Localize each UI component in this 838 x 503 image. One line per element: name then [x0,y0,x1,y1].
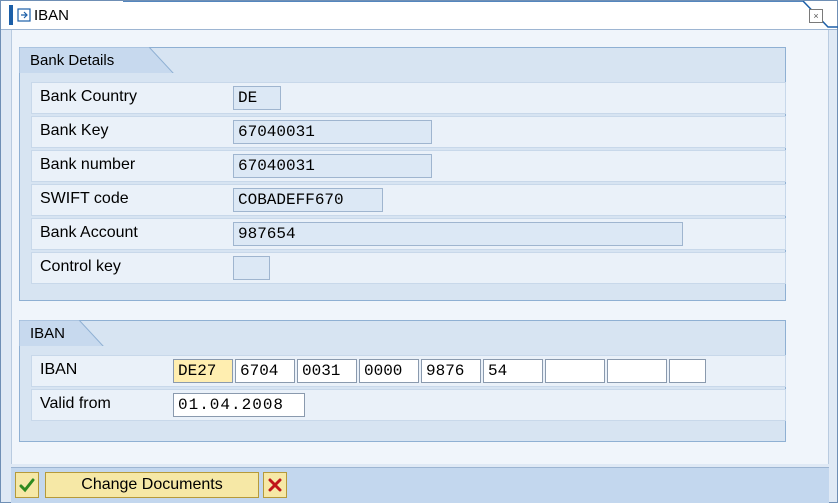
footer-toolbar: Change Documents [11,467,829,503]
swift-code-row: SWIFT code COBADEFF670 [31,184,786,216]
iban-part-8[interactable] [607,359,667,383]
iban-row: IBAN DE27 6704 0031 0000 9876 54 [31,355,786,387]
control-key-label: Control key [40,258,121,275]
confirm-button[interactable] [15,472,39,498]
iban-dialog: IBAN × Bank Details Bank Country DE Bank… [0,0,838,503]
title-bar: IBAN × [1,1,838,30]
cancel-x-icon [268,478,282,492]
bank-country-label: Bank Country [40,88,137,105]
dialog-title: IBAN [34,6,70,24]
bank-country-row: Bank Country DE [31,82,786,114]
swift-code-label: SWIFT code [40,190,129,207]
bank-key-field[interactable]: 67040031 [233,120,432,144]
dialog-icon [16,7,32,23]
valid-from-row: Valid from 01.04.2008 [31,389,786,421]
bank-country-field[interactable]: DE [233,86,281,110]
bank-key-row: Bank Key 67040031 [31,116,786,148]
iban-part-6[interactable]: 54 [483,359,543,383]
bank-number-label: Bank number [40,156,136,173]
iban-part-2[interactable]: 6704 [235,359,295,383]
iban-part-5[interactable]: 9876 [421,359,481,383]
close-icon[interactable]: × [809,9,823,23]
control-key-row: Control key [31,252,786,284]
cancel-button[interactable] [263,472,287,498]
bank-key-label: Bank Key [40,122,109,139]
title-tab-decoration [123,1,838,28]
bank-account-row: Bank Account 987654 [31,218,786,250]
iban-label: IBAN [40,361,78,378]
iban-group-title: IBAN [30,325,66,342]
valid-from-label: Valid from [40,395,111,412]
iban-part-9[interactable] [669,359,706,383]
iban-part-3[interactable]: 0031 [297,359,357,383]
valid-from-field[interactable]: 01.04.2008 [173,393,305,417]
control-key-field[interactable] [233,256,270,280]
iban-group: IBAN IBAN DE27 6704 0031 0000 9876 54 Va… [19,320,786,442]
iban-part-4[interactable]: 0000 [359,359,419,383]
checkmark-icon [19,478,35,493]
dialog-content: Bank Details Bank Country DE Bank Key 67… [11,30,829,464]
bank-number-row: Bank number 67040031 [31,150,786,182]
iban-part-7[interactable] [545,359,605,383]
bank-details-group: Bank Details Bank Country DE Bank Key 67… [19,47,786,301]
change-documents-button[interactable]: Change Documents [45,472,259,498]
iban-part-1[interactable]: DE27 [173,359,233,383]
bank-account-field[interactable]: 987654 [233,222,683,246]
swift-code-field[interactable]: COBADEFF670 [233,188,383,212]
bank-account-label: Bank Account [40,224,138,241]
change-documents-label: Change Documents [81,476,223,493]
bank-number-field[interactable]: 67040031 [233,154,432,178]
bank-details-title: Bank Details [30,52,115,69]
title-accent-bar [9,5,13,25]
title-area: IBAN [9,5,69,25]
